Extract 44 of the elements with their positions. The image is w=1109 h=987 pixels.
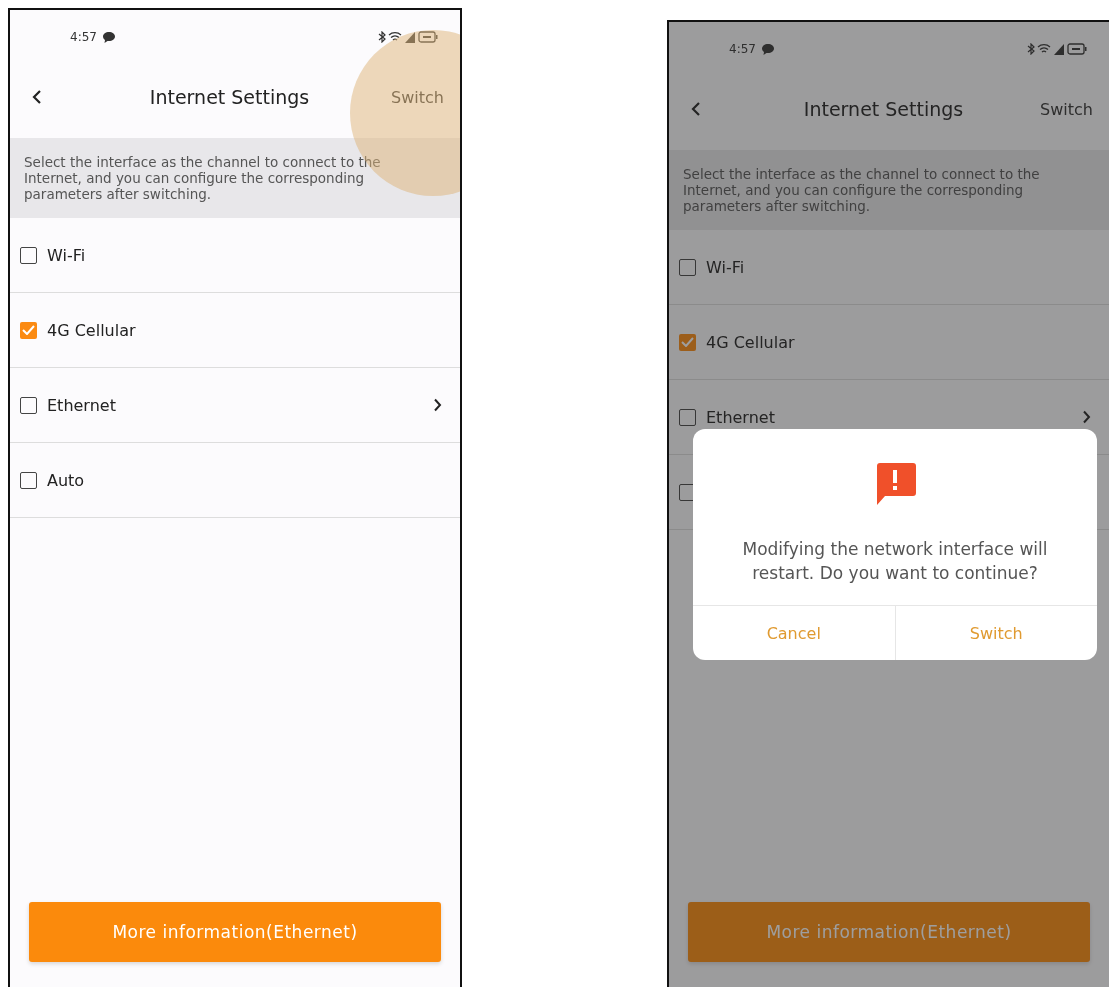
battery-icon [1067, 43, 1087, 55]
description-text: Select the interface as the channel to connect to the Internet, and you can configure the corresponding parameters after switching. [669, 150, 1109, 230]
option-label: Auto [47, 470, 86, 490]
chat-bubble-icon [761, 43, 774, 55]
option-label: 4G Cellular [47, 320, 137, 340]
checkbox[interactable] [679, 258, 696, 276]
status-time: 4:57 [70, 30, 97, 44]
switch-button[interactable]: Switch [1036, 95, 1097, 123]
checkbox[interactable] [20, 471, 37, 489]
checkbox[interactable] [679, 333, 696, 351]
option-label: Wi-Fi [47, 245, 87, 265]
option-row[interactable]: Wi-Fi [10, 218, 460, 293]
warning-icon [874, 463, 916, 505]
signal-icon [404, 31, 416, 43]
signal-icon [1053, 43, 1065, 55]
option-row[interactable]: Ethernet [10, 368, 460, 443]
description-text: Select the interface as the channel to connect to the Internet, and you can configure the corresponding parameters after switching. [10, 138, 460, 218]
checkbox[interactable] [679, 408, 696, 426]
chevron-right-icon [1082, 410, 1091, 424]
chat-bubble-icon [102, 31, 115, 43]
back-icon[interactable] [32, 89, 42, 105]
option-row[interactable]: 4G Cellular [10, 293, 460, 368]
chevron-right-icon [433, 398, 442, 412]
checkbox[interactable] [20, 246, 37, 264]
wifi-icon [388, 31, 402, 43]
checkbox[interactable] [20, 396, 37, 414]
battery-icon [418, 31, 438, 43]
option-label: Ethernet [706, 407, 776, 427]
option-label: Wi-Fi [706, 257, 746, 277]
switch-button[interactable]: Switch [387, 83, 448, 111]
option-label: Ethernet [47, 395, 117, 415]
option-label: 4G Cellular [706, 332, 796, 352]
option-row[interactable]: Auto [10, 443, 460, 518]
page-title: Internet Settings [149, 86, 310, 108]
bluetooth-icon [1027, 43, 1035, 55]
bluetooth-icon [378, 31, 386, 43]
status-time: 4:57 [729, 42, 756, 56]
dialog-message: Modifying the network interface will restart. Do you want to continue? [741, 538, 1049, 585]
page-title: Internet Settings [803, 98, 964, 120]
wifi-icon [1037, 43, 1051, 55]
back-icon[interactable] [691, 101, 701, 117]
option-row[interactable]: 4G Cellular [669, 305, 1109, 380]
checkbox[interactable] [20, 321, 37, 339]
option-row[interactable]: Wi-Fi [669, 230, 1109, 305]
